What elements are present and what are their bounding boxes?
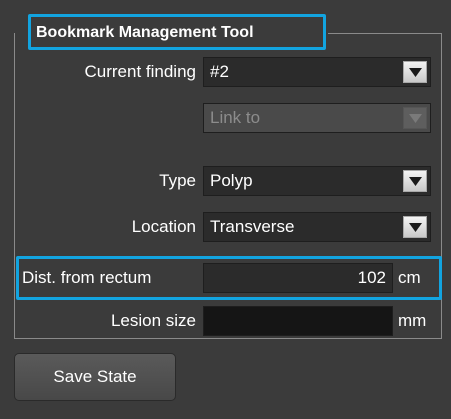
location-dropdown[interactable]: Transverse [203, 212, 431, 242]
lesion-size-label: Lesion size [110, 311, 196, 330]
location-value: Transverse [210, 217, 295, 236]
chevron-down-icon[interactable] [403, 216, 427, 238]
type-label: Type [159, 171, 196, 190]
chevron-down-icon[interactable] [403, 170, 427, 192]
current-finding-label: Current finding [84, 62, 196, 81]
title-highlight [28, 14, 326, 50]
current-finding-value: #2 [210, 62, 229, 81]
type-dropdown[interactable]: Polyp [203, 166, 431, 196]
dist-highlight [16, 256, 442, 300]
lesion-size-input[interactable] [203, 306, 393, 336]
bookmark-panel: Bookmark Management Tool Current finding… [0, 0, 451, 419]
location-label: Location [131, 217, 196, 236]
link-to-dropdown[interactable]: Link to [203, 103, 431, 133]
link-to-value: Link to [210, 108, 261, 127]
save-state-button[interactable]: Save State [14, 353, 176, 401]
chevron-down-icon [403, 107, 427, 129]
current-finding-dropdown[interactable]: #2 [203, 57, 431, 87]
chevron-down-icon[interactable] [403, 61, 427, 83]
lesion-unit: mm [398, 311, 427, 330]
type-value: Polyp [210, 171, 253, 190]
groupbox-frame-top [328, 33, 442, 34]
